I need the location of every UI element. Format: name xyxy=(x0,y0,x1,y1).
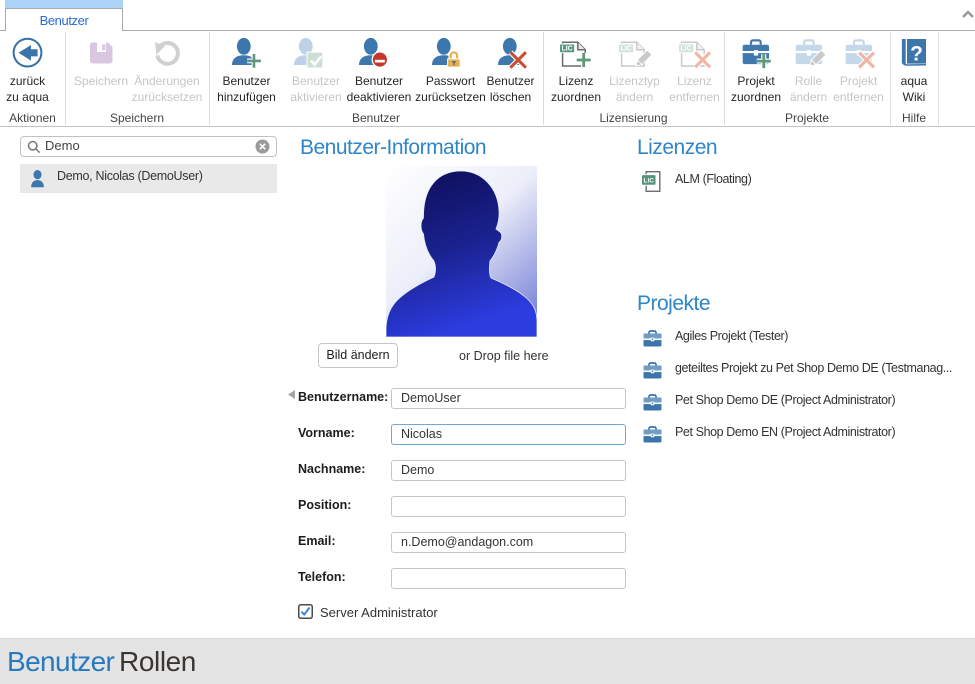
svg-text:LIC: LIC xyxy=(680,46,691,53)
svg-text:?: ? xyxy=(910,43,923,66)
svg-text:LIC: LIC xyxy=(620,46,631,53)
svg-text:LIC: LIC xyxy=(561,46,572,53)
svg-text:LIC: LIC xyxy=(644,178,655,185)
